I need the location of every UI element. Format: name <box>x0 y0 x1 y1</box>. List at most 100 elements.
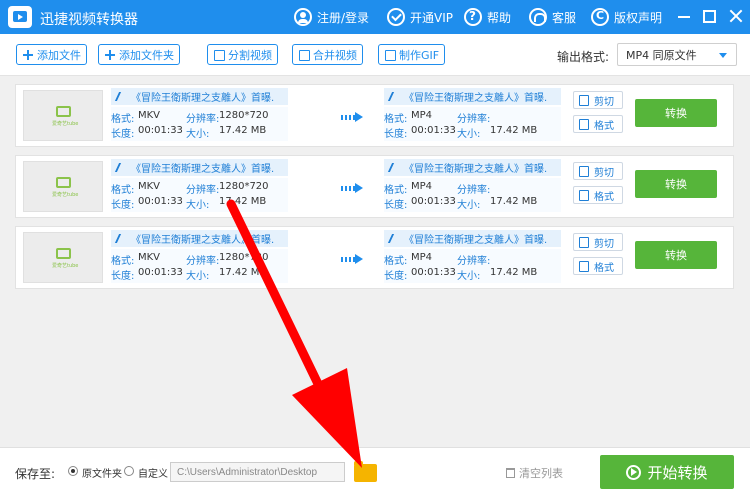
close-icon[interactable] <box>728 8 744 24</box>
duration-key: 长度: <box>111 129 135 140</box>
app-logo-icon <box>8 6 32 28</box>
cut-button[interactable]: 剪切 <box>573 162 623 180</box>
arrow-right-icon <box>341 254 365 264</box>
output-format: MP4 <box>411 181 433 192</box>
convert-label: 转换 <box>665 107 687 120</box>
resolution-key: 分辨率: <box>457 256 491 267</box>
edit-icon <box>387 163 402 172</box>
convert-button[interactable]: 转换 <box>635 170 717 198</box>
clear-list-label: 清空列表 <box>519 467 563 480</box>
tv-icon <box>56 177 71 188</box>
thumbnail-brand: 爱奇艺tube <box>52 263 79 269</box>
file-row: 爱奇艺tube 《冒险王衛斯理之支離人》首曝. 格式: MKV 分辨率: 128… <box>15 84 734 147</box>
add-file-label: 添加文件 <box>37 48 81 62</box>
size-key: 大小: <box>457 200 481 211</box>
edit-icon <box>387 92 402 101</box>
maximize-icon[interactable] <box>703 10 716 23</box>
cut-label: 剪切 <box>594 96 614 108</box>
format-button-label: 格式 <box>594 262 614 274</box>
start-convert-button[interactable]: 开始转换 <box>600 455 734 489</box>
output-size: 17.42 MB <box>490 196 538 207</box>
format-button[interactable]: 格式 <box>573 257 623 275</box>
user-icon <box>294 8 312 26</box>
headset-icon <box>529 8 547 26</box>
format-button[interactable]: 格式 <box>573 115 623 133</box>
custom-folder-radio[interactable] <box>124 466 134 476</box>
output-name[interactable]: 《冒险王衛斯理之支離人》首曝. <box>384 230 561 247</box>
convert-button[interactable]: 转换 <box>635 241 717 269</box>
source-size: 17.42 MB <box>219 125 267 136</box>
file-row: 爱奇艺tube 《冒险王衛斯理之支離人》首曝. 格式: MKV 分辨率: 128… <box>15 155 734 218</box>
vip-button[interactable]: 开通VIP <box>387 7 453 27</box>
output-format-label: 输出格式: <box>557 50 610 64</box>
source-format: MKV <box>138 181 161 192</box>
folder-icon[interactable] <box>354 461 377 482</box>
output-format: MP4 <box>411 252 433 263</box>
source-name[interactable]: 《冒险王衛斯理之支離人》首曝. <box>111 230 288 247</box>
save-path-input[interactable] <box>170 462 345 482</box>
format-button[interactable]: 格式 <box>573 186 623 204</box>
scissors-icon <box>579 166 589 177</box>
video-thumbnail: 爱奇艺tube <box>23 232 103 283</box>
cut-button[interactable]: 剪切 <box>573 233 623 251</box>
size-key: 大小: <box>457 271 481 282</box>
help-button[interactable]: 帮助 <box>464 7 511 27</box>
source-name-text: 《冒险王衛斯理之支離人》首曝. <box>131 93 275 104</box>
merge-video-label: 合并视频 <box>313 48 357 62</box>
file-row: 爱奇艺tube 《冒险王衛斯理之支離人》首曝. 格式: MKV 分辨率: 128… <box>15 226 734 289</box>
help-format-icon <box>579 261 589 272</box>
format-key: 格式: <box>384 185 408 196</box>
source-duration: 00:01:33 <box>138 267 183 278</box>
copyright-label: 版权声明 <box>614 10 663 25</box>
original-folder-radio[interactable] <box>68 466 78 476</box>
add-folder-button[interactable]: 添加文件夹 <box>98 44 180 65</box>
add-file-button[interactable]: 添加文件 <box>16 44 87 65</box>
login-button[interactable]: 注册/登录 <box>294 7 369 27</box>
source-name[interactable]: 《冒险王衛斯理之支離人》首曝. <box>111 88 288 105</box>
output-duration: 00:01:33 <box>411 267 456 278</box>
login-label: 注册/登录 <box>317 10 370 25</box>
edit-icon <box>114 163 129 172</box>
vip-label: 开通VIP <box>410 10 453 25</box>
source-name[interactable]: 《冒险王衛斯理之支離人》首曝. <box>111 159 288 176</box>
copyright-icon <box>591 8 609 26</box>
resolution-key: 分辨率: <box>186 185 220 196</box>
help-format-icon <box>579 119 589 130</box>
output-name-text: 《冒险王衛斯理之支離人》首曝. <box>404 164 548 175</box>
vip-icon <box>387 8 405 26</box>
output-name-text: 《冒险王衛斯理之支離人》首曝. <box>404 235 548 246</box>
tv-icon <box>56 106 71 117</box>
output-format-select[interactable]: MP4 同原文件 <box>617 43 737 66</box>
resolution-key: 分辨率: <box>457 114 491 125</box>
merge-video-button[interactable]: 合并视频 <box>292 44 363 65</box>
service-button[interactable]: 客服 <box>529 7 576 27</box>
minimize-icon[interactable] <box>676 8 692 24</box>
add-folder-label: 添加文件夹 <box>119 48 174 62</box>
format-button-label: 格式 <box>594 191 614 203</box>
edit-icon <box>114 92 129 101</box>
format-key: 格式: <box>111 185 135 196</box>
split-video-label: 分割视频 <box>228 48 272 62</box>
video-thumbnail: 爱奇艺tube <box>23 90 103 141</box>
clear-list-button[interactable]: 清空列表 <box>506 465 563 481</box>
cut-button[interactable]: 剪切 <box>573 91 623 109</box>
scissors-icon <box>579 237 589 248</box>
resolution-key: 分辨率: <box>457 185 491 196</box>
copyright-button[interactable]: 版权声明 <box>591 7 662 27</box>
output-name[interactable]: 《冒险王衛斯理之支離人》首曝. <box>384 159 561 176</box>
source-size: 17.42 MB <box>219 267 267 278</box>
output-name[interactable]: 《冒险王衛斯理之支離人》首曝. <box>384 88 561 105</box>
resolution-key: 分辨率: <box>186 256 220 267</box>
output-duration: 00:01:33 <box>411 196 456 207</box>
arrow-right-icon <box>341 183 365 193</box>
resolution-key: 分辨率: <box>186 114 220 125</box>
format-button-label: 格式 <box>594 120 614 132</box>
source-format: MKV <box>138 110 161 121</box>
convert-button[interactable]: 转换 <box>635 99 717 127</box>
source-duration: 00:01:33 <box>138 125 183 136</box>
title-bar: 迅捷视频转换器 注册/登录 开通VIP 帮助 客服 版权声明 <box>0 0 750 34</box>
split-video-button[interactable]: 分割视频 <box>207 44 278 65</box>
make-gif-button[interactable]: 制作GIF <box>378 44 446 65</box>
source-name-text: 《冒险王衛斯理之支離人》首曝. <box>131 164 275 175</box>
play-icon <box>626 464 642 480</box>
